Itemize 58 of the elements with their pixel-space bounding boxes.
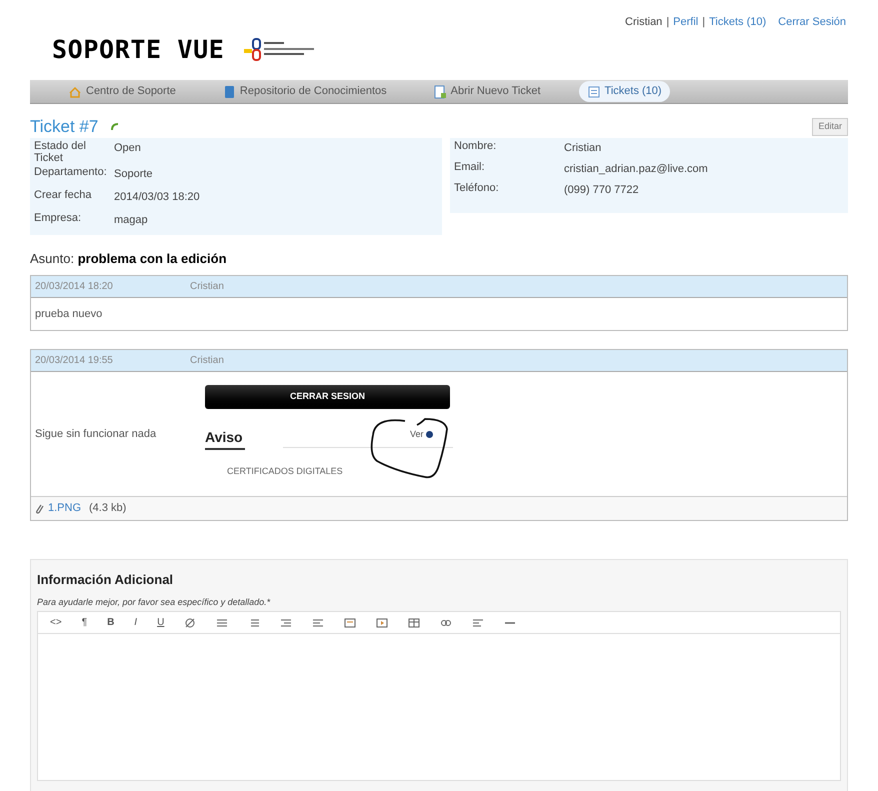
strikethrough-icon[interactable] [184,616,196,628]
user-link[interactable]: Perfil [673,14,698,30]
field-value: cristian_adrian.paz@live.com [564,162,708,177]
site-title: SOPORTE VUE [52,34,224,66]
field-value: Soporte [114,167,153,182]
message-text: prueba nuevo [34,306,104,322]
indent-icon[interactable] [312,616,324,628]
section-title: Información Adicional [37,571,174,589]
home-icon [68,84,82,98]
message-author: Cristian [190,354,224,368]
field-value: Cristian [564,141,602,156]
attachment-size: (4.3 kb) [89,501,126,516]
message-date: 20/03/2014 19:55 [35,354,114,368]
user-link[interactable]: Tickets (10) [709,14,766,30]
separator-text: | [666,15,670,30]
field-value: (099) 770 7722 [564,183,639,198]
message-author: Cristian [190,280,224,294]
user-name: Cristian [625,15,662,30]
attachment-link[interactable]: 1.PNG [48,500,82,517]
bold-button[interactable]: B [107,615,114,630]
code-button[interactable]: <> [50,615,62,630]
field-value: Open [114,141,141,156]
user-link[interactable]: Cerrar Sesión [778,14,846,30]
field-label: Nombre: [454,140,498,152]
separator-text: | [702,15,706,30]
field-label: Crear fecha [34,189,92,201]
hint-text: Para ayudarle mejor, por favor sea específico y detallado.* [37,596,272,609]
field-label: Empresa: [34,212,82,224]
field-value: magap [114,213,148,228]
notice-heading: Aviso [205,427,245,450]
document-list-icon [586,84,601,98]
underline-button[interactable]: U [157,615,164,630]
message-text: Sigue sin funcionar nada [35,426,158,442]
subject-line: Asunto: problema con la edición [30,250,228,268]
refresh-icon[interactable] [110,122,120,132]
field-label: Departamento: [34,166,108,178]
message-date: 20/03/2014 18:20 [35,280,114,294]
menu-item-text: CERTIFICADOS DIGITALES [227,465,343,478]
video-icon[interactable] [376,616,388,628]
field-label: Estado del Ticket [34,140,87,164]
field-label: Email: [454,161,486,173]
edit-button[interactable]: Editar [812,118,848,136]
nav-tab[interactable]: Centro de Soporte [60,81,184,102]
italic-button[interactable]: I [134,615,138,630]
image-icon[interactable] [344,616,356,628]
paragraph-button[interactable]: ¶ [82,615,88,630]
new-document-icon [432,84,447,98]
align-left-icon[interactable] [472,616,484,628]
table-icon[interactable] [408,616,420,628]
text-editor[interactable]: <> ¶ B I U [37,611,841,781]
ticket-title: Ticket #7 [30,116,98,138]
nav-tab[interactable]: Abrir Nuevo Ticket [424,81,549,102]
paperclip-icon [35,503,44,514]
field-label: Teléfono: [454,182,500,194]
nav-tab[interactable]: Tickets (10) [578,81,670,102]
field-value: 2014/03/03 18:20 [114,190,200,205]
outdent-icon[interactable] [280,616,292,628]
nav-tab[interactable]: Repositorio de Conocimientos [214,81,395,102]
